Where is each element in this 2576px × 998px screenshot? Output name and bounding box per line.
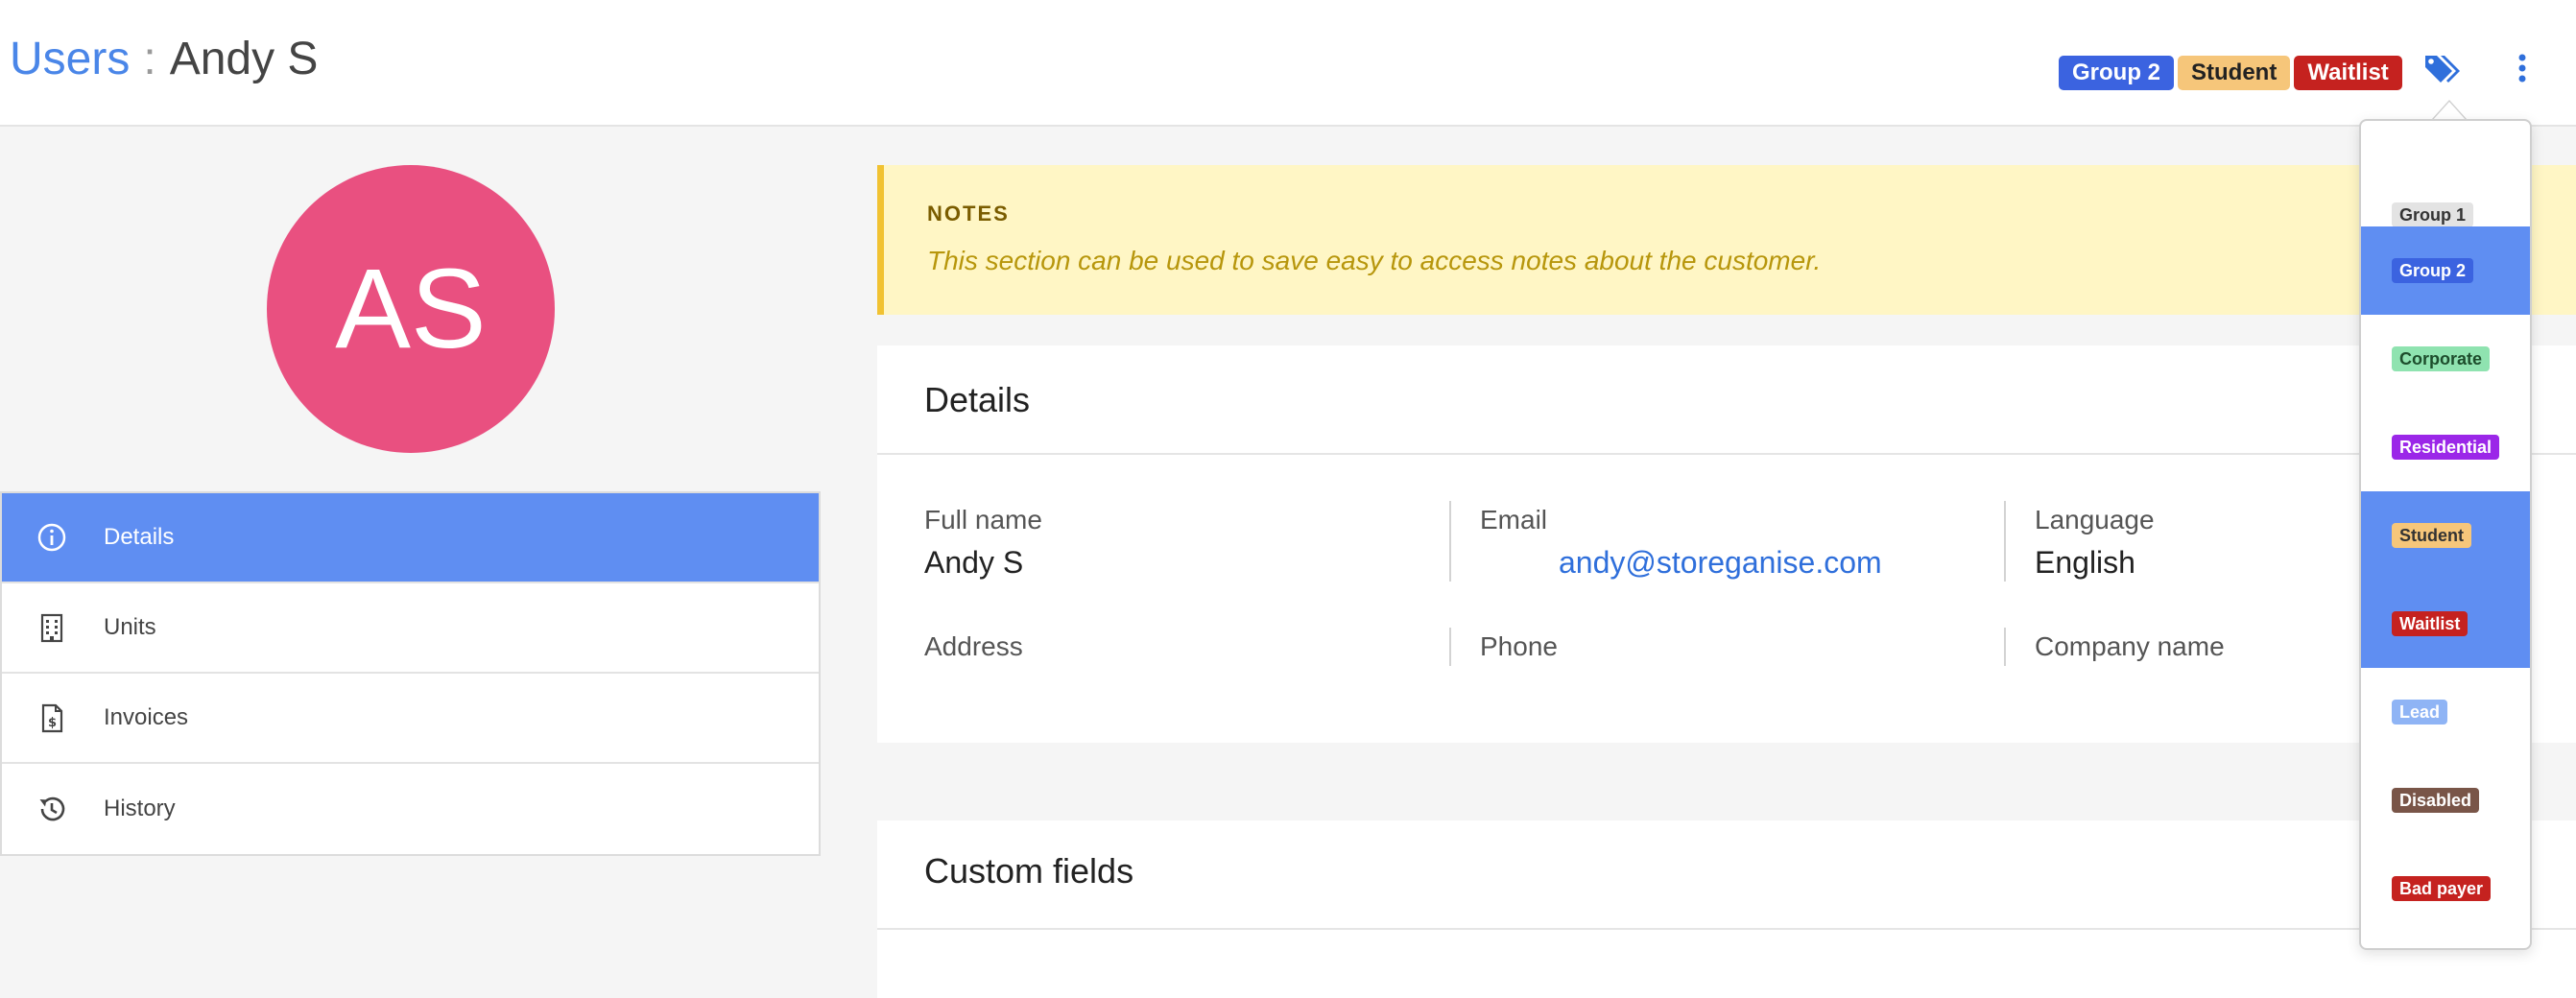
sidebar-item-label: History [104, 796, 176, 821]
field-language: Language English [2035, 505, 2155, 581]
field-full-name: Full name Andy S [924, 505, 1042, 581]
custom-fields-title: Custom fields [924, 851, 1134, 891]
tag-option-lead[interactable]: Lead [2361, 668, 2530, 756]
page-title: Andy S [169, 34, 319, 84]
applied-tags: Group 2 Student Waitlist [2059, 56, 2402, 90]
field-phone: Phone [1480, 631, 1558, 662]
sidebar-item-label: Details [104, 524, 175, 550]
tag-label: Group 2 [2392, 258, 2474, 283]
details-title: Details [924, 380, 1031, 419]
tags-icon [2425, 56, 2460, 83]
tag-label: Waitlist [2392, 611, 2469, 636]
more-vertical-icon [2518, 54, 2526, 83]
field-address: Address [924, 631, 1023, 662]
tag-label: Disabled [2392, 788, 2480, 813]
notes-title: NOTES [927, 202, 1010, 226]
tag-label: Bad payer [2392, 876, 2492, 901]
custom-fields-divider [877, 928, 2576, 930]
sidebar-item-units[interactable]: Units [2, 583, 819, 674]
sidebar-item-label: Invoices [104, 704, 189, 730]
invoice-icon: $ [35, 701, 69, 735]
tag-label: Student [2392, 523, 2471, 548]
sidebar-item-details[interactable]: Details [2, 493, 819, 583]
tag-option-student[interactable]: Student [2361, 491, 2530, 580]
sidebar-item-label: Units [104, 614, 156, 640]
field-label: Phone [1480, 631, 1558, 661]
field-company-name: Company name [2035, 631, 2225, 662]
tag-option-corporate[interactable]: Corporate [2361, 315, 2530, 403]
tag-menu-arrow [2432, 102, 2467, 121]
tag-option-waitlist[interactable]: Waitlist [2361, 580, 2530, 668]
tag-label: Lead [2392, 700, 2448, 725]
tag-option-group-2[interactable]: Group 2 [2361, 226, 2530, 315]
avatar: AS [267, 165, 555, 453]
building-icon [35, 610, 69, 645]
tag-label: Residential [2392, 435, 2500, 460]
email-link[interactable]: andy@storeganise.com [1559, 545, 1882, 581]
field-value: English [2035, 545, 2135, 580]
custom-fields-card: Custom fields [877, 820, 2576, 998]
sidebar-item-history[interactable]: History [2, 764, 819, 854]
notes-text[interactable]: This section can be used to save easy to… [927, 246, 1821, 276]
page-header: Users : Andy S Group 2 Student Waitlist [0, 0, 2576, 127]
tag-label: Group 1 [2392, 202, 2474, 227]
breadcrumb: Users : Andy S [10, 33, 318, 85]
tag-label: Corporate [2392, 346, 2491, 371]
notes-panel[interactable]: NOTES This section can be used to save e… [877, 165, 2576, 315]
details-divider [877, 453, 2576, 455]
field-label: Company name [2035, 631, 2225, 661]
field-label: Full name [924, 505, 1042, 535]
field-label: Email [1480, 505, 1548, 535]
field-email: Email andy@storeganise.com [1480, 505, 1882, 581]
breadcrumb-users-link[interactable]: Users [10, 33, 130, 85]
field-separator [1449, 501, 1451, 582]
tag-menu: Group 1 Group 2 Corporate Residential St… [2359, 119, 2532, 950]
field-separator [1449, 628, 1451, 666]
tag-badge-group-2: Group 2 [2059, 56, 2175, 90]
field-separator [2004, 501, 2006, 582]
field-value: Andy S [924, 545, 1024, 580]
tag-badge-student: Student [2178, 56, 2291, 90]
tag-badge-waitlist: Waitlist [2294, 56, 2402, 90]
avatar-initials: AS [335, 246, 487, 372]
sidebar-item-invoices[interactable]: $ Invoices [2, 674, 819, 764]
tag-option-bad-payer[interactable]: Bad payer [2361, 844, 2530, 933]
field-label: Language [2035, 505, 2155, 535]
tags-button[interactable] [2421, 46, 2465, 90]
tag-option-disabled[interactable]: Disabled [2361, 756, 2530, 844]
more-options-button[interactable] [2503, 46, 2541, 90]
breadcrumb-separator: : [143, 34, 156, 84]
svg-text:$: $ [48, 716, 57, 730]
details-card: Details Full name Andy S Email andy@stor… [877, 345, 2576, 743]
tag-option-residential[interactable]: Residential [2361, 403, 2530, 491]
sidebar-nav: Details Units $ Invoices History [0, 491, 821, 856]
field-separator [2004, 628, 2006, 666]
info-icon [35, 520, 69, 555]
field-label: Address [924, 631, 1023, 661]
history-icon [35, 792, 69, 826]
